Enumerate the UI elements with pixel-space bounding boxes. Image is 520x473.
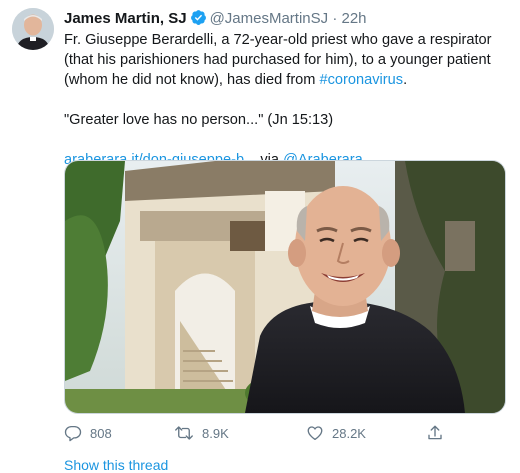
hashtag-link[interactable]: #coronavirus	[320, 72, 404, 88]
retweet-button[interactable]: 8.9K	[174, 424, 229, 442]
tweet-timestamp[interactable]: 22h	[342, 10, 367, 27]
tweet-quote: "Greater love has no person..." (Jn 15:1…	[64, 112, 334, 128]
share-icon	[426, 424, 444, 442]
retweet-icon	[174, 424, 194, 442]
tweet: James Martin, SJ @JamesMartinSJ · 22h Fr.…	[0, 0, 520, 473]
like-button[interactable]: 28.2K	[306, 424, 366, 442]
show-thread-link[interactable]: Show this thread	[64, 457, 168, 473]
like-count: 28.2K	[332, 425, 366, 441]
tweet-text: Fr. Giuseppe Berardelli, a 72-year-old p…	[64, 30, 509, 90]
tweet-text-main: Fr. Giuseppe Berardelli, a 72-year-old p…	[64, 32, 492, 88]
separator-dot: ·	[332, 10, 338, 27]
verified-badge-icon	[190, 9, 207, 31]
media-photo[interactable]	[64, 160, 506, 414]
retweet-count: 8.9K	[202, 425, 229, 441]
reply-icon	[64, 424, 82, 442]
avatar[interactable]	[12, 8, 54, 50]
like-icon	[306, 424, 324, 442]
reply-button[interactable]: 808	[64, 424, 112, 442]
reply-count: 808	[90, 425, 112, 441]
author-handle[interactable]: @JamesMartinSJ	[210, 10, 329, 27]
tweet-text-end: .	[403, 72, 408, 88]
tweet-body: Fr. Giuseppe Berardelli, a 72-year-old p…	[64, 30, 509, 170]
tweet-header: James Martin, SJ @JamesMartinSJ · 22h	[64, 9, 367, 31]
author-name[interactable]: James Martin, SJ	[64, 10, 187, 27]
action-bar: 808 8.9K 28.2K	[64, 424, 504, 446]
share-button[interactable]	[426, 424, 444, 442]
